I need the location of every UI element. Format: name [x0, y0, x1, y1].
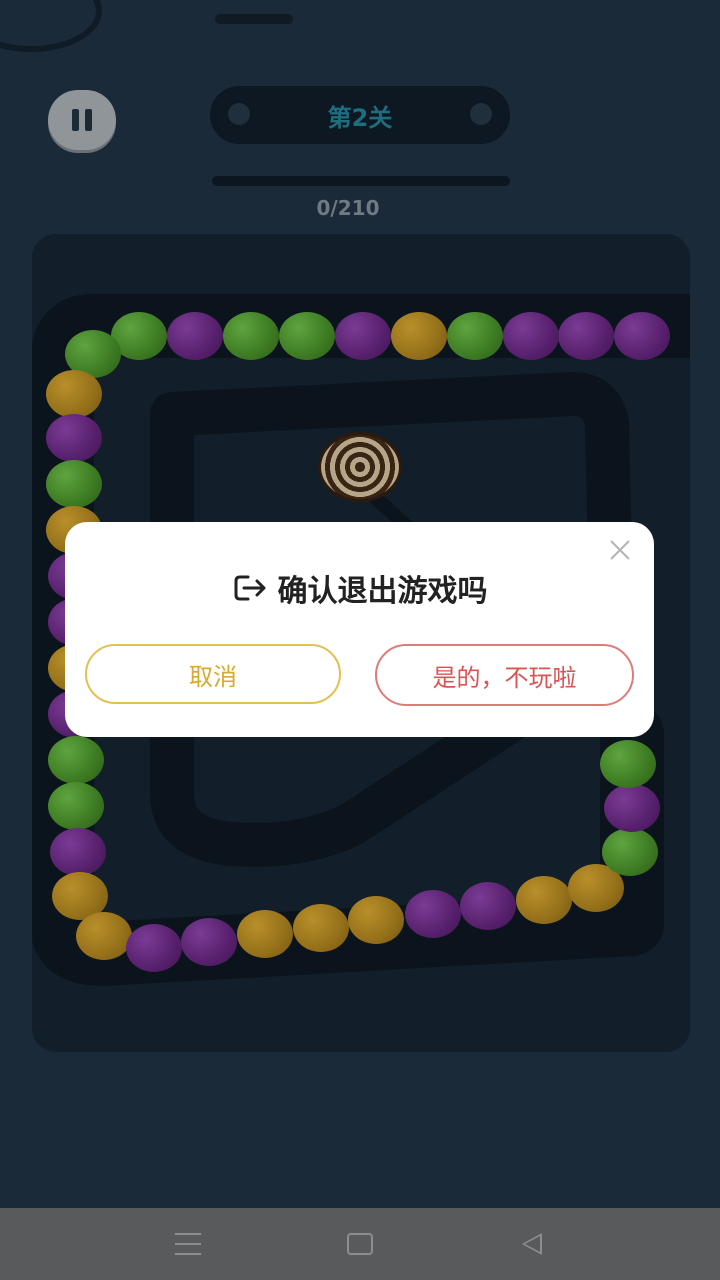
purple-marble: [181, 918, 237, 966]
orange-marble: [348, 896, 404, 944]
orange-marble: [391, 312, 447, 360]
orange-marble: [237, 910, 293, 958]
green-marble: [602, 828, 658, 876]
green-marble: [48, 782, 104, 830]
green-marble: [223, 312, 279, 360]
purple-marble: [460, 882, 516, 930]
confirm-exit-button[interactable]: 是的，不玩啦: [375, 644, 634, 706]
purple-marble: [335, 312, 391, 360]
top-decoration: [0, 0, 102, 52]
orange-marble: [76, 912, 132, 960]
green-marble: [279, 312, 335, 360]
green-marble: [600, 740, 656, 788]
green-marble: [46, 460, 102, 508]
system-nav-bar: [0, 1208, 720, 1280]
purple-marble: [558, 312, 614, 360]
purple-marble: [126, 924, 182, 972]
orange-marble: [516, 876, 572, 924]
pause-button[interactable]: [48, 90, 116, 150]
exit-icon: [234, 575, 265, 601]
pause-icon: [72, 109, 79, 131]
dialog-title-text: 确认退出游戏吗: [277, 574, 488, 609]
purple-marble: [50, 828, 106, 876]
purple-marble: [405, 890, 461, 938]
purple-marble: [604, 784, 660, 832]
level-indicator: 第2关: [210, 86, 510, 144]
exit-confirm-dialog: 确认退出游戏吗 取消 是的，不玩啦: [65, 522, 654, 737]
orange-marble: [46, 370, 102, 418]
purple-marble: [503, 312, 559, 360]
top-bar-decoration: [215, 14, 293, 24]
cancel-button[interactable]: 取消: [85, 644, 341, 704]
dialog-title: 确认退出游戏吗: [65, 566, 654, 610]
purple-marble: [46, 414, 102, 462]
back-icon[interactable]: [512, 1228, 552, 1260]
purple-marble: [167, 312, 223, 360]
score-counter: 0/210: [316, 196, 380, 220]
pill-dot-right: [470, 103, 492, 125]
purple-marble: [614, 312, 670, 360]
spiral-candy: [318, 432, 402, 502]
close-icon[interactable]: [606, 536, 634, 564]
green-marble: [48, 736, 104, 784]
pill-dot-left: [228, 103, 250, 125]
green-marble: [447, 312, 503, 360]
level-progress-bar: [212, 176, 510, 186]
level-label: 第2关: [327, 103, 393, 132]
orange-marble: [293, 904, 349, 952]
home-icon[interactable]: [340, 1228, 380, 1260]
menu-icon[interactable]: [168, 1228, 208, 1260]
